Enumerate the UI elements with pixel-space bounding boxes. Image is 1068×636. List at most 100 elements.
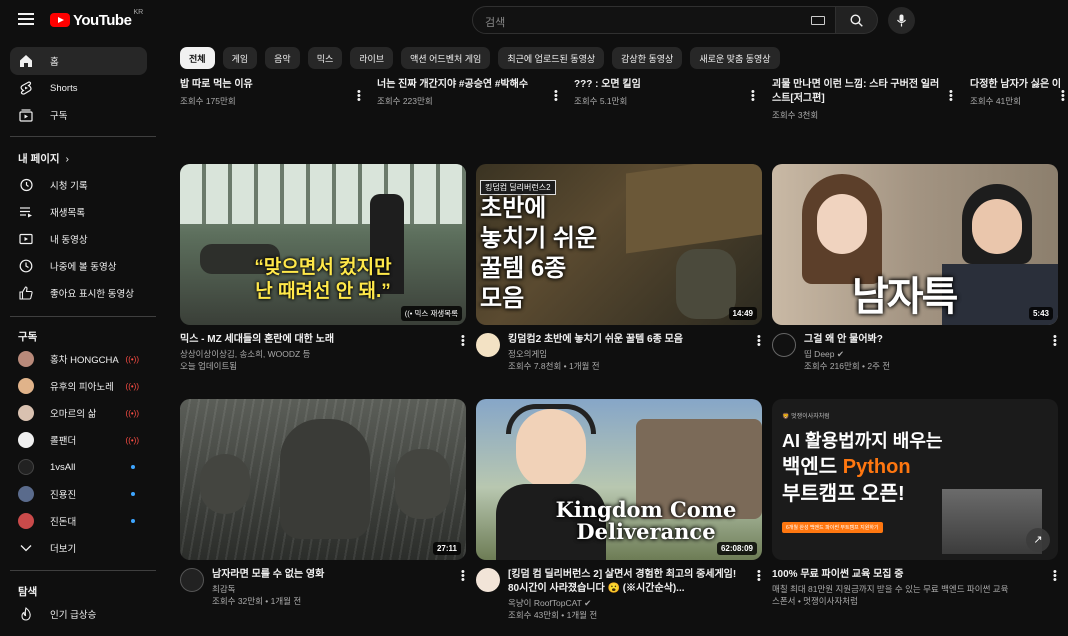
video-card[interactable]: 킹덤컴 딜리버런스2 초반에 놓치기 쉬운 꿀템 6종 모음 14:49 킹덤컴… <box>476 164 762 377</box>
voice-search-button[interactable] <box>888 7 915 34</box>
sidebar-item-playlists[interactable]: 재생목록 <box>10 198 147 226</box>
video-thumbnail[interactable]: Kingdom Come Deliverance 62:08:09 <box>476 399 762 560</box>
sidebar-show-more[interactable]: 더보기 <box>10 534 147 562</box>
short-card[interactable]: 밥 따로 먹는 이유 조회수 175만회 • • • <box>180 78 368 107</box>
video-thumbnail[interactable]: 27:11 <box>180 399 466 560</box>
channel-name[interactable]: 옥냥이 RoofTopCAT <box>508 598 582 608</box>
ad-headline-python: Python <box>842 456 911 478</box>
short-views: 조회수 175만회 <box>180 96 236 106</box>
sidebar-item-shorts[interactable]: Shorts <box>10 74 147 102</box>
video-card[interactable]: 27:11 남자라면 모를 수 없는 영화 최감독 조회수 32만회 • 1개월… <box>180 399 466 612</box>
skeleton-shape <box>676 249 736 319</box>
channel-name[interactable]: 최감독 <box>212 583 301 595</box>
more-options-icon[interactable]: • • • <box>949 87 953 106</box>
chip-live[interactable]: 라이브 <box>350 47 394 69</box>
window-background <box>180 164 466 224</box>
video-duration: 5:43 <box>1028 307 1053 320</box>
ad-card[interactable]: 🦁 멋쟁이사자처럼 AI 활용법까지 배우는 백엔드 Python 부트캠프 오… <box>772 399 1058 612</box>
more-options-icon[interactable]: • • • <box>357 87 361 106</box>
channel-name[interactable]: 띱 Deep <box>804 349 835 359</box>
video-thumbnail[interactable]: “맞으면서 컸지만 난 때려선 안 돼.” ((• 믹스 재생목록 <box>180 164 466 325</box>
video-title[interactable]: 그걸 왜 안 물어봐? <box>804 333 1042 347</box>
chip-recently-uploaded[interactable]: 최근에 업로드된 동영상 <box>498 47 605 69</box>
chip-action-adventure[interactable]: 액션 어드벤처 게임 <box>401 47 491 69</box>
video-title[interactable]: 남자라면 모를 수 없는 영화 <box>212 568 450 582</box>
sidebar-sub-item[interactable]: 진용진 <box>10 480 147 508</box>
short-card[interactable]: 다정한 남자가 싫은 이 조회수 41만회 • • • <box>970 78 1068 107</box>
short-title[interactable]: 괴물 만나면 이런 느낌: 스타 구버전 일러스트[저그편] <box>772 78 960 106</box>
keyboard-icon[interactable] <box>811 16 825 25</box>
ad-details: 100% 무료 파이썬 교육 모집 중 매칠 최대 81만원 지원금까지 받을 … <box>772 567 1058 612</box>
more-options-icon[interactable]: • • • <box>757 567 761 586</box>
sidebar-sub-item[interactable]: 유후의 피아노레 ((•)) <box>10 372 147 400</box>
video-card[interactable]: 남자특 5:43 그걸 왜 안 물어봐? 띱 Deep ✔ 조회수 216만회 … <box>772 164 1058 377</box>
sidebar-item-liked[interactable]: 좋아요 표시한 동영상 <box>10 279 147 307</box>
channel-avatar-slot <box>18 513 34 529</box>
sidebar-item-trending[interactable]: 인기 급상승 <box>10 600 147 628</box>
search-input[interactable]: 검색 <box>472 6 836 34</box>
wood-panel <box>626 164 762 254</box>
chip-watched[interactable]: 감상한 동영상 <box>612 47 683 69</box>
short-title[interactable]: 밥 따로 먹는 이유 <box>180 78 368 92</box>
more-options-icon[interactable]: • • • <box>554 87 558 106</box>
chip-music[interactable]: 음악 <box>265 47 300 69</box>
more-options-icon[interactable]: • • • <box>461 332 465 351</box>
sidebar-item-subscriptions[interactable]: 구독 <box>10 101 147 129</box>
channel-avatar[interactable] <box>772 333 796 357</box>
channel-avatar[interactable] <box>476 568 500 592</box>
search-button[interactable] <box>836 6 878 34</box>
sidebar-item-history[interactable]: 시청 기록 <box>10 171 147 199</box>
search-placeholder: 검색 <box>485 17 506 29</box>
sidebar-item-your-videos[interactable]: 내 동영상 <box>10 225 147 253</box>
more-options-icon[interactable]: • • • <box>1053 332 1057 351</box>
video-thumbnail[interactable]: 남자특 5:43 <box>772 164 1058 325</box>
ad-title[interactable]: 100% 무료 파이썬 교육 모집 중 <box>772 568 1042 582</box>
masthead: YouTube KR 검색 <box>0 0 1068 40</box>
sidebar-you-heading[interactable]: 내 페이지 › <box>18 151 69 166</box>
sidebar-item-home[interactable]: 홈 <box>10 47 147 75</box>
game-tag: 킹덤컴 딜리버런스2 <box>480 180 556 195</box>
ad-headline-1: AI 활용법까지 배우는 <box>782 431 943 451</box>
chip-new-to-you[interactable]: 새로운 맞춤 동영상 <box>690 47 780 69</box>
video-card[interactable]: Kingdom Come Deliverance 62:08:09 [킹덤 컴 … <box>476 399 762 620</box>
short-title[interactable]: ??? : 오면 킬임 <box>574 78 762 92</box>
sidebar-sub-item[interactable]: 오마르의 삶 ((•)) <box>10 399 147 427</box>
short-card[interactable]: 너는 진짜 개간지야 #공승연 #박해수 조회수 223만회 • • • <box>377 78 565 107</box>
video-duration: 14:49 <box>728 307 757 320</box>
channel-avatar[interactable] <box>180 568 204 592</box>
sidebar-sub-item[interactable]: 진돈대 <box>10 507 147 535</box>
video-details: 남자라면 모를 수 없는 영화 최감독 조회수 32만회 • 1개월 전 • • • <box>180 567 466 612</box>
video-title[interactable]: 킹덤컴2 초반에 놓치기 쉬운 꿀템 6종 모음 <box>508 333 746 347</box>
short-title[interactable]: 너는 진짜 개간지야 #공승연 #박해수 <box>377 78 565 92</box>
short-title[interactable]: 다정한 남자가 싫은 이 <box>970 78 1068 92</box>
sidebar-sub-item[interactable]: 홍차 HONGCHA ((•)) <box>10 345 147 373</box>
sidebar-item-label: 재생목록 <box>50 208 85 219</box>
sidebar-sub-item[interactable]: 롤팬더 ((•)) <box>10 426 147 454</box>
chip-all[interactable]: 전체 <box>180 47 215 69</box>
video-title[interactable]: 믹스 - MZ 세대들의 혼란에 대한 노래 <box>180 333 450 347</box>
video-title[interactable]: [킹덤 컴 딜리버런스 2] 살면서 경험한 최고의 중세게임! 80시간이 사… <box>508 568 746 596</box>
more-options-icon[interactable]: • • • <box>1061 87 1065 106</box>
menu-icon[interactable] <box>16 10 36 30</box>
more-options-icon[interactable]: • • • <box>1053 567 1057 586</box>
short-card[interactable]: ??? : 오면 킬임 조회수 5.1만회 • • • <box>574 78 762 107</box>
chip-mix[interactable]: 믹스 <box>307 47 343 69</box>
video-thumbnail[interactable]: 킹덤컴 딜리버런스2 초반에 놓치기 쉬운 꿀템 6종 모음 14:49 <box>476 164 762 325</box>
more-options-icon[interactable]: • • • <box>757 332 761 351</box>
ad-thumbnail[interactable]: 🦁 멋쟁이사자처럼 AI 활용법까지 배우는 백엔드 Python 부트캠프 오… <box>772 399 1058 560</box>
chip-games[interactable]: 게임 <box>222 47 258 69</box>
channel-avatar-slot <box>18 432 34 448</box>
channel-name[interactable]: 정오의게임 <box>508 348 600 360</box>
youtube-logo[interactable]: YouTube KR <box>50 9 143 29</box>
channel-avatar[interactable] <box>476 333 500 357</box>
sidebar-item-watch-later[interactable]: 나중에 볼 동영상 <box>10 252 147 280</box>
short-card[interactable]: 괴물 만나면 이런 느낌: 스타 구버전 일러스트[저그편] 조회수 3천회 •… <box>772 78 960 121</box>
video-card[interactable]: “맞으면서 컸지만 난 때려선 안 돼.” ((• 믹스 재생목록 믹스 - M… <box>180 164 466 377</box>
brand-label: 🦁 멋쟁이사자처럼 <box>782 411 830 420</box>
sidebar-sub-item[interactable]: 1vsAll <box>10 453 147 481</box>
sidebar-sub-label: 오마르의 삶 <box>50 409 97 420</box>
more-options-icon[interactable]: • • • <box>461 567 465 586</box>
external-link-icon[interactable]: ↗ <box>1026 528 1050 552</box>
more-options-icon[interactable]: • • • <box>751 87 755 106</box>
play-logo-icon <box>50 13 70 27</box>
